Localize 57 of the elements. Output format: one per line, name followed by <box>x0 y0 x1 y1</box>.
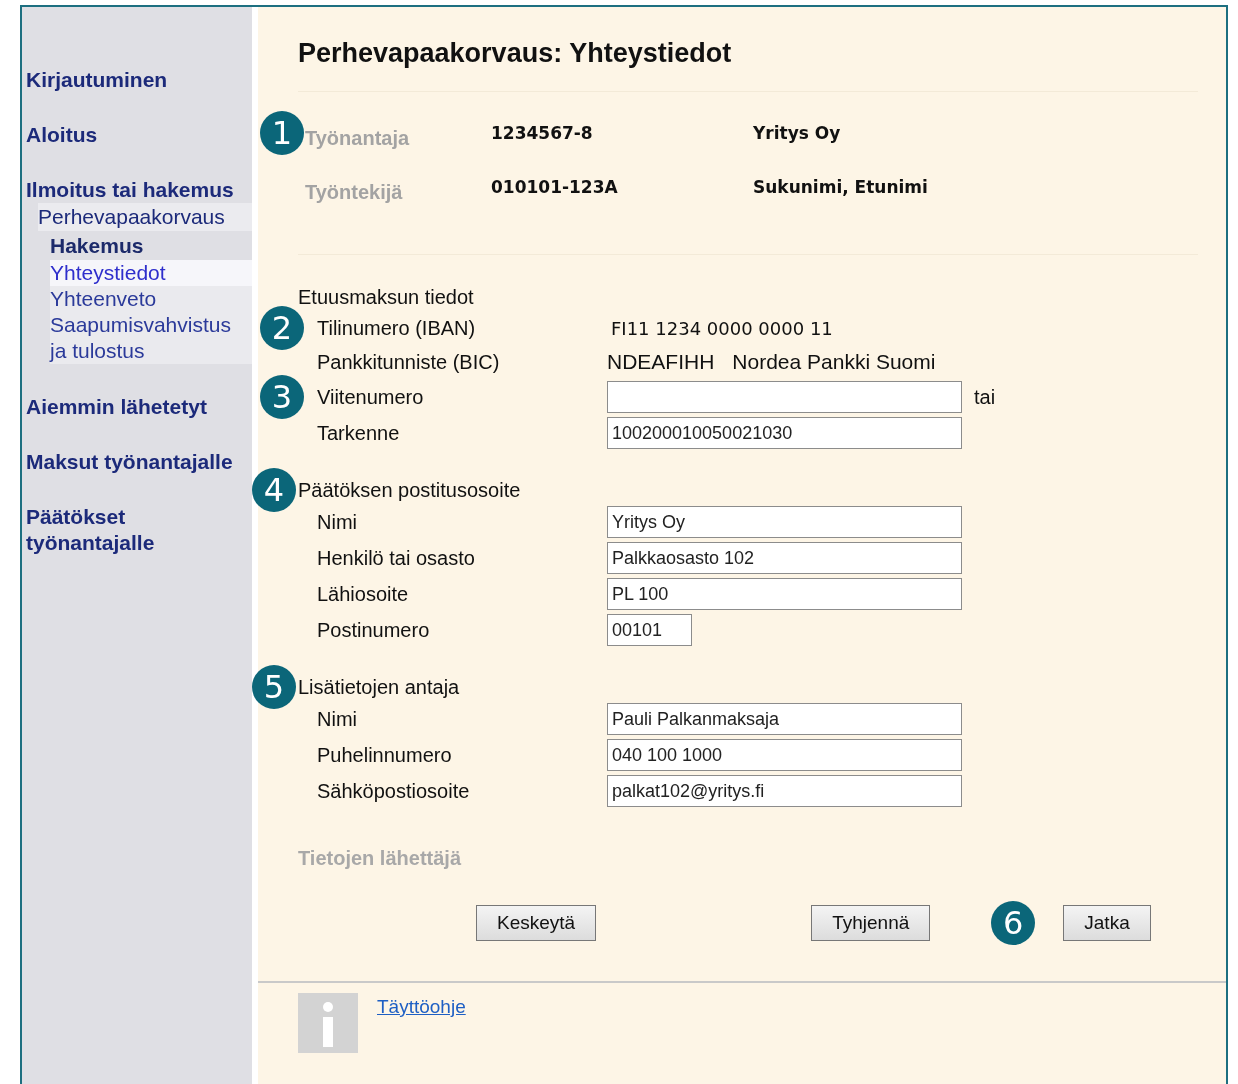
form-button[interactable]: Keskeytä <box>476 905 597 941</box>
field-label: Työntekijä <box>304 180 404 204</box>
info-icon <box>298 993 358 1053</box>
section-heading: Päätöksen postitusosoite <box>298 479 521 501</box>
input-field[interactable] <box>607 381 962 413</box>
form-button[interactable]: Tyhjennä <box>811 905 931 941</box>
field-label: Nimi <box>316 707 358 731</box>
sidebar-item[interactable]: Päätökset työnantajalle <box>22 504 252 556</box>
field-label: Puhelinnumero <box>316 743 453 767</box>
input-field[interactable]: 00101 <box>607 614 692 646</box>
input-field[interactable]: PL 100 <box>607 578 962 610</box>
input-field[interactable]: Yritys Oy <box>607 506 962 538</box>
sidebar-item[interactable]: Aloitus <box>22 122 252 148</box>
input-field[interactable]: 100200010050021030 <box>607 417 962 449</box>
input-field[interactable]: palkat102@yritys.fi <box>607 775 962 807</box>
callout-badge: 2 <box>260 306 304 350</box>
name-value: Yritys Oy <box>753 123 842 143</box>
callout-badge: 6 <box>991 901 1036 945</box>
field-label: Pankkitunniste (BIC) <box>316 350 501 374</box>
input-field[interactable]: Palkkaosasto 102 <box>607 542 962 574</box>
field-label: Tarkenne <box>316 421 401 445</box>
field-note: tai <box>974 385 996 409</box>
callout-badge: 3 <box>260 375 304 419</box>
sidebar-item[interactable]: Saapumisvahvistus ja tulostus <box>50 312 252 364</box>
field-label: Tilinumero (IBAN) <box>316 316 477 340</box>
sidebar-item[interactable]: Hakemus <box>50 231 252 260</box>
input-field[interactable]: 040 100 1000 <box>607 739 962 771</box>
section-heading: Tietojen lähettäjä <box>298 847 462 870</box>
id-value: 1234567-8 <box>491 123 594 143</box>
callout-badge: 5 <box>252 665 296 709</box>
help-link[interactable]: Täyttöohje <box>377 996 466 1018</box>
field-label: Nimi <box>316 510 358 534</box>
sidebar-item[interactable]: Ilmoitus tai hakemus <box>22 177 252 203</box>
sidebar-item[interactable]: Aiemmin lähetetyt <box>22 394 252 420</box>
field-value: Nordea Pankki Suomi <box>732 350 936 374</box>
form-button[interactable]: Jatka <box>1063 905 1151 941</box>
callout-badge: 1 <box>260 111 304 155</box>
section-heading: Lisätietojen antaja <box>298 676 460 698</box>
field-label: Henkilö tai osasto <box>316 546 476 570</box>
sidebar-item[interactable]: Yhteenveto <box>50 286 252 312</box>
sidebar-item[interactable]: Yhteystiedot <box>50 260 252 286</box>
sidebar-item[interactable]: Kirjautuminen <box>22 67 252 93</box>
callout-badge: 4 <box>252 468 296 512</box>
input-field[interactable]: Pauli Palkanmaksaja <box>607 703 962 735</box>
sidebar-item[interactable]: Perhevapaakorvaus <box>38 203 252 231</box>
id-value: 010101-123A <box>491 177 619 197</box>
field-label: Työnantaja <box>304 126 411 150</box>
name-value: Sukunimi, Etunimi <box>753 177 929 197</box>
field-label: Sähköpostiosoite <box>316 779 471 803</box>
field-value: NDEAFIHH <box>607 350 715 374</box>
page-title: Perhevapaakorvaus: Yhteystiedot <box>298 37 733 69</box>
field-label: Postinumero <box>316 618 431 642</box>
sidebar-item[interactable]: Maksut työnantajalle <box>22 449 252 475</box>
field-label: Lähiosoite <box>316 582 410 606</box>
section-heading: Etuusmaksun tiedot <box>298 286 474 308</box>
field-value: FI11 1234 0000 0000 11 <box>610 317 833 339</box>
field-label: Viitenumero <box>316 385 425 409</box>
